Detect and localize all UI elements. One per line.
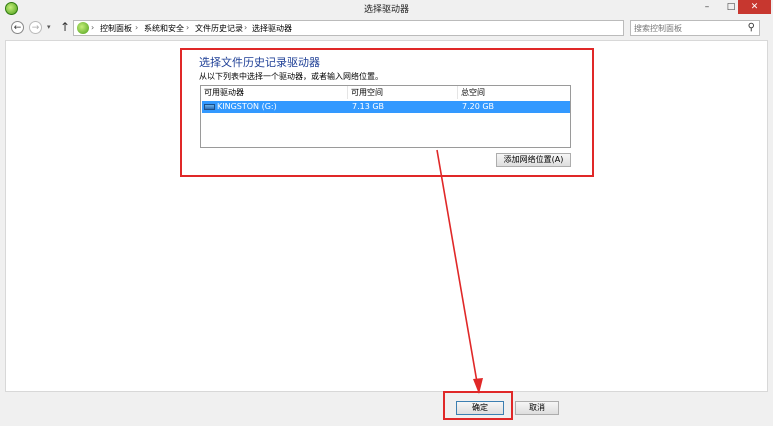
cancel-button[interactable]: 取消	[515, 401, 559, 415]
annotation-arrow	[436, 149, 483, 394]
highlight-box-ok-button	[443, 391, 513, 420]
